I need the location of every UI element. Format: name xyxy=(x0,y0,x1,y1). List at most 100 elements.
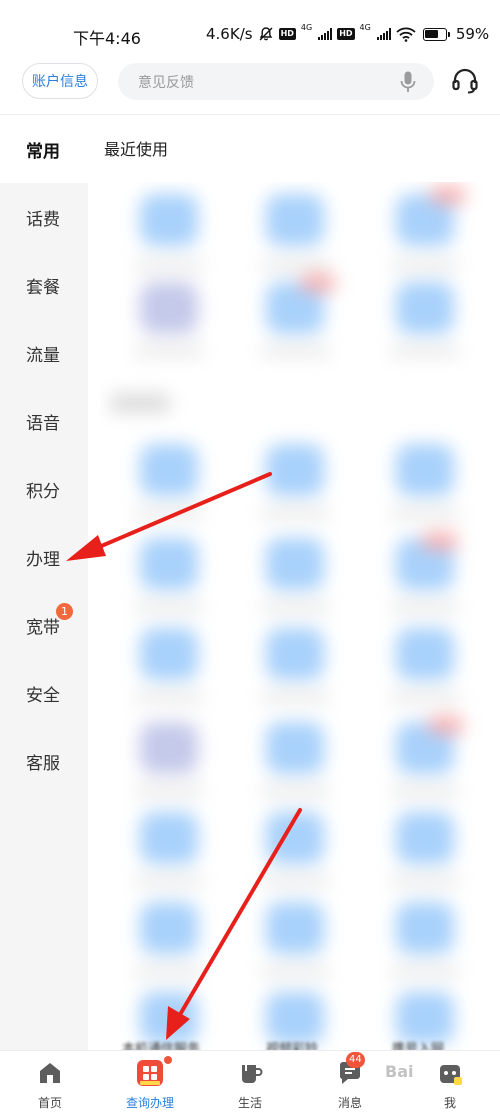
hd-badge-1: HD xyxy=(278,28,296,40)
service-tile-label xyxy=(260,692,330,702)
service-tile-label xyxy=(134,786,204,796)
status-icons: 4.6K/s HD 4G HD 4G 59% xyxy=(206,23,490,44)
service-tile[interactable] xyxy=(266,902,324,954)
customer-service-headset-icon[interactable] xyxy=(451,67,479,95)
nav-home[interactable]: 首页 xyxy=(0,1051,100,1112)
home-icon xyxy=(40,1063,60,1083)
sidebar-item-voice[interactable]: 语音 xyxy=(0,387,88,455)
blurred-service-grid xyxy=(100,182,500,1050)
service-tile-label xyxy=(260,876,330,886)
nav-messages[interactable]: 44 消息 xyxy=(300,1051,400,1112)
service-tile[interactable] xyxy=(396,282,454,334)
sidebar-item-common[interactable]: 常用 xyxy=(0,115,88,183)
watermark: Bai xyxy=(385,1062,414,1081)
nav-label: 查询办理 xyxy=(125,1096,174,1110)
sidebar-item-support[interactable]: 客服 xyxy=(0,727,88,795)
service-tile[interactable] xyxy=(140,992,198,1044)
service-tile-label xyxy=(390,508,460,518)
sidebar-item-broadband[interactable]: 宽带 1 xyxy=(0,591,88,659)
service-tile[interactable] xyxy=(266,628,324,680)
service-tile-label xyxy=(390,876,460,886)
service-tile[interactable] xyxy=(140,194,198,246)
status-time: 下午4:46 xyxy=(73,29,141,48)
service-tile-label xyxy=(134,508,204,518)
battery-percent: 59% xyxy=(455,25,490,43)
cup-icon xyxy=(242,1062,263,1083)
service-tile-label xyxy=(260,346,330,356)
sidebar-item-bill[interactable]: 话费 xyxy=(0,183,88,251)
service-tile-label xyxy=(260,508,330,518)
sidebar-item-label: 语音 xyxy=(26,413,60,434)
nav-query-handle[interactable]: 查询办理 xyxy=(100,1051,200,1112)
nav-me[interactable]: 我 xyxy=(400,1051,500,1112)
service-tile-label xyxy=(134,876,204,886)
service-tile[interactable] xyxy=(396,902,454,954)
sidebar-item-label: 积分 xyxy=(26,481,60,502)
service-tile[interactable] xyxy=(266,722,324,774)
sidebar-item-label: 常用 xyxy=(26,141,60,162)
battery-icon xyxy=(422,27,450,41)
service-tile-label xyxy=(390,692,460,702)
bell-muted-icon xyxy=(259,27,273,41)
profile-icon xyxy=(440,1065,462,1085)
service-tile-label xyxy=(134,602,204,612)
service-tile[interactable] xyxy=(266,194,324,246)
service-tile[interactable] xyxy=(396,812,454,864)
messages-badge: 44 xyxy=(346,1052,365,1068)
service-tile[interactable] xyxy=(140,628,198,680)
service-tile[interactable] xyxy=(396,444,454,496)
service-tile-label xyxy=(134,966,204,976)
search-placeholder: 意见反馈 xyxy=(138,75,194,91)
sidebar-item-security[interactable]: 安全 xyxy=(0,659,88,727)
service-tile[interactable] xyxy=(266,538,324,590)
network-type-2: 4G xyxy=(359,23,371,32)
hd-badge-2: HD xyxy=(337,28,355,40)
status-bar: 下午4:46 4.6K/s HD 4G HD 4G 59% xyxy=(0,0,500,60)
network-speed: 4.6K/s xyxy=(206,25,253,43)
sidebar-item-label: 宽带 xyxy=(26,617,60,638)
wifi-icon xyxy=(396,27,416,42)
service-tile-label xyxy=(260,786,330,796)
nav-label: 首页 xyxy=(37,1096,62,1110)
nav-label: 消息 xyxy=(337,1096,362,1110)
service-tile[interactable] xyxy=(266,812,324,864)
service-tile[interactable] xyxy=(396,992,454,1044)
account-info-button[interactable]: 账户信息 xyxy=(22,63,98,99)
microphone-icon[interactable] xyxy=(399,70,417,94)
service-tile[interactable] xyxy=(396,628,454,680)
service-tile[interactable] xyxy=(266,992,324,1044)
sidebar-item-data[interactable]: 流量 xyxy=(0,319,88,387)
sidebar-item-label: 话费 xyxy=(26,209,60,230)
nav-query-dot xyxy=(164,1056,172,1064)
service-tile-label xyxy=(390,602,460,612)
sidebar-item-package[interactable]: 套餐 xyxy=(0,251,88,319)
category-sidebar: 常用 话费 套餐 流量 语音 积分 办理 宽带 1 安全 客服 xyxy=(0,115,88,1050)
service-tile[interactable] xyxy=(140,282,198,334)
service-tile[interactable] xyxy=(140,722,198,774)
service-tile-label xyxy=(260,966,330,976)
service-tile-label xyxy=(134,260,204,270)
sidebar-item-handle[interactable]: 办理 xyxy=(0,523,88,591)
service-tile[interactable] xyxy=(140,812,198,864)
nav-label: 生活 xyxy=(237,1096,262,1110)
sidebar-item-label: 流量 xyxy=(26,345,60,366)
service-tile[interactable] xyxy=(140,902,198,954)
service-tile[interactable] xyxy=(140,444,198,496)
signal-icon-2 xyxy=(376,28,391,40)
nav-life[interactable]: 生活 xyxy=(200,1051,300,1112)
sidebar-item-points[interactable]: 积分 xyxy=(0,455,88,523)
service-tile-label xyxy=(390,260,460,270)
search-input[interactable]: 意见反馈 xyxy=(118,63,434,100)
section-title-recent: 最近使用 xyxy=(104,140,169,159)
service-tile[interactable] xyxy=(140,538,198,590)
service-tile[interactable] xyxy=(266,444,324,496)
broadband-badge: 1 xyxy=(56,603,73,620)
sidebar-item-label: 套餐 xyxy=(26,277,60,298)
signal-icon-1 xyxy=(318,28,333,40)
sidebar-item-label: 客服 xyxy=(26,753,60,774)
network-type-1: 4G xyxy=(300,23,313,32)
sub-section-title xyxy=(110,394,170,412)
service-tile-label xyxy=(390,786,460,796)
service-tag xyxy=(300,274,336,292)
bottom-navigation: 首页 查询办理 生活 44 消息 我 xyxy=(0,1050,500,1112)
